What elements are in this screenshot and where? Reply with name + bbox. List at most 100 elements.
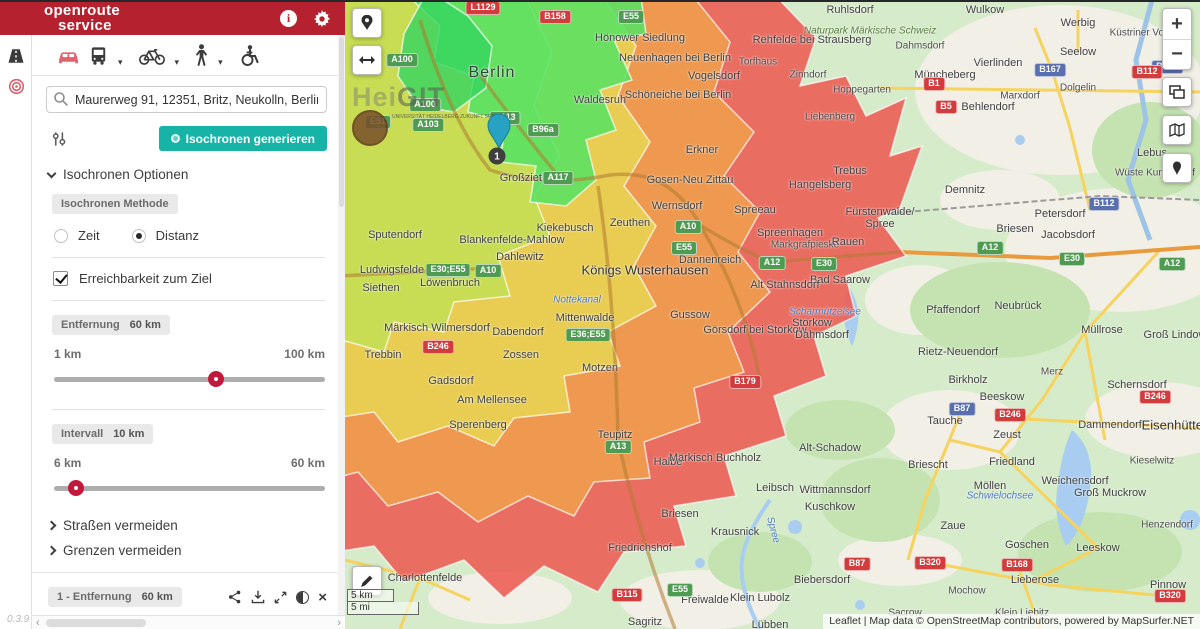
divider [52,409,325,410]
layers-button[interactable] [1162,77,1192,107]
left-icon-strip [0,35,32,629]
distance-badge: Entfernung60 km [52,315,170,335]
radio-distanz[interactable] [132,229,146,243]
sidebar-horizontal-scrollbar[interactable]: ‹ › [32,615,345,629]
slider-track [54,486,325,491]
scrollbar-thumb[interactable] [46,619,146,627]
wheelchair-icon [237,43,261,68]
info-icon[interactable]: i [280,10,297,27]
download-icon[interactable] [251,590,265,604]
university-seal [352,110,388,146]
generate-button-icon [171,134,180,143]
result-badge: 1 - Entfernung60 km [48,587,182,607]
walk-dropdown-caret[interactable]: ▾ [218,57,223,68]
pedestrian-icon [193,43,210,68]
distance-min: 1 km [54,347,81,361]
map-style-button[interactable] [1162,115,1192,145]
contrast-toggle-icon[interactable] [296,591,309,604]
reachability-checkbox[interactable] [53,271,68,286]
close-icon[interactable]: × [318,591,327,604]
sidebar-vertical-scrollbar[interactable] [338,35,345,615]
isochrones-tab[interactable] [0,71,32,101]
road-icon [7,47,25,65]
distance-slider[interactable] [54,371,325,387]
radio-distanz-label: Distanz [156,228,199,243]
zoom-out-button[interactable]: − [1163,39,1191,69]
scale-km: 5 km [347,589,394,602]
section-divider [32,572,345,573]
pencil-icon [360,574,374,588]
place-search-button[interactable] [352,8,382,38]
distance-slider-handle[interactable] [208,371,224,387]
scale-mi: 5 mi [347,602,419,615]
zoom-in-button[interactable]: + [1163,9,1191,39]
mode-walk-button[interactable] [193,43,210,68]
method-radio-group: Zeit Distanz [54,228,345,243]
search-icon [53,91,69,107]
interval-min: 6 km [54,456,81,470]
directions-tab[interactable] [0,41,32,71]
filter-sliders-icon[interactable] [52,131,69,147]
expand-icon[interactable] [274,591,287,604]
radio-zeit-label: Zeit [78,228,100,243]
avoid-roads-label: Straßen vermeiden [63,518,178,533]
distance-max: 100 km [284,347,325,361]
scale-bar: 5 km 5 mi [347,589,419,615]
mode-bus-button[interactable] [87,43,110,68]
small-pin-icon [1172,161,1182,176]
generate-isochrones-button[interactable]: Isochronen generieren [159,126,327,151]
mode-wheelchair-button[interactable] [237,43,261,68]
bus-icon [87,43,110,68]
avoid-borders-toggle[interactable]: Grenzen vermeiden [48,543,327,558]
app-logo: openrouteservice [44,4,120,33]
distance-minmax: 1 km 100 km [54,347,325,361]
reachability-row: Erreichbarkeit zum Ziel [53,271,345,286]
slider-track [54,377,325,382]
method-badge: Isochronen Methode [52,194,178,214]
swap-direction-button[interactable] [352,45,382,75]
chevron-right-icon [47,546,57,556]
mode-bike-button[interactable] [137,43,167,68]
sidebar: ▾ ▾ ▾ [0,0,345,629]
share-icon[interactable] [228,590,242,604]
bullseye-icon [8,78,25,95]
sidebar-main: ▾ ▾ ▾ [32,35,345,615]
transport-mode-bar: ▾ ▾ ▾ [32,35,345,76]
search-input[interactable] [46,86,327,113]
mode-car-button[interactable] [56,43,81,68]
version-label: 0.3.9 [7,614,29,625]
heigit-watermark: HeiGIT [352,82,445,113]
bus-dropdown-caret[interactable]: ▾ [118,57,123,68]
divider [52,300,325,301]
isochrones-options-toggle[interactable]: Isochronen Optionen [48,167,327,182]
left-right-arrow-icon [359,55,375,65]
app-window: BerlinGroßziethenHönower SiedlungNeuenha… [0,0,1200,629]
interval-minmax: 6 km 60 km [54,456,325,470]
generate-button-label: Isochronen generieren [186,132,315,146]
search-wrap [46,86,327,113]
map-attribution: Leaflet | Map data © OpenStreetMap contr… [823,614,1200,629]
avoid-borders-label: Grenzen vermeiden [63,543,182,558]
result-toolbar: 1 - Entfernung60 km × [48,587,327,607]
zoom-control: + − [1162,8,1192,70]
pin-icon [360,15,374,31]
avoid-roads-toggle[interactable]: Straßen vermeiden [48,518,327,533]
chevron-down-icon [47,168,57,178]
radio-zeit[interactable] [54,229,68,243]
folded-map-icon [1169,123,1185,137]
divider [52,257,325,258]
app-header: openrouteservice i [0,2,345,35]
layers-icon [1169,85,1185,99]
isochrones-options-title: Isochronen Optionen [63,167,188,182]
university-seal-text: UNIVERSITÄT HEIDELBERG ZUKUNFT SEIT 1386 [392,114,508,121]
scroll-left-arrow[interactable]: ‹ [32,617,44,629]
chevron-right-icon [47,521,57,531]
scroll-right-arrow[interactable]: › [333,617,345,629]
add-marker-button[interactable] [1162,153,1192,183]
gear-icon[interactable] [313,10,331,28]
bike-dropdown-caret[interactable]: ▾ [175,57,180,68]
reachability-label: Erreichbarkeit zum Ziel [79,271,212,286]
interval-slider-handle[interactable] [68,480,84,496]
interval-badge: Intervall10 km [52,424,153,444]
interval-slider[interactable] [54,480,325,496]
